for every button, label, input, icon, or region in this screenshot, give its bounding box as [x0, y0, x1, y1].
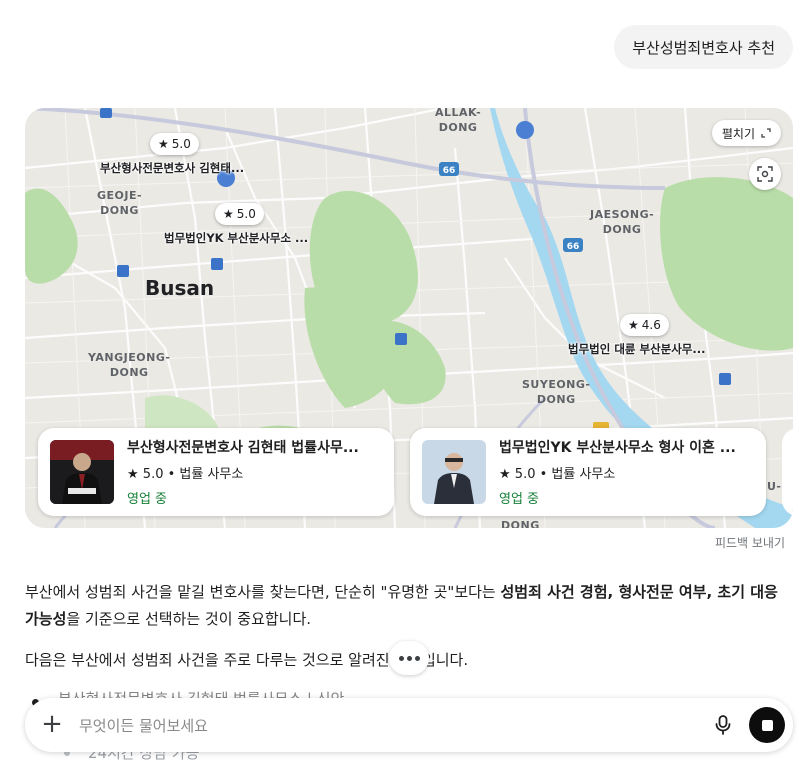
map-widget[interactable]: 66 66 ALLAK- DONG GEOJE- DONG JAESONG- DONG… [25, 108, 793, 528]
svg-text:66: 66 [567, 242, 580, 252]
place-card[interactable]: 법무법인YK 부산분사무소 형사 이혼 ... ★ 5.0 • 법률 사무소 영… [410, 428, 766, 516]
city-label: Busan [145, 276, 215, 300]
place-card[interactable]: 부산형사전문변호사 김현태 법률사무... ★ 5.0 • 법률 사무소 영업 … [38, 428, 394, 516]
map-pin-rating[interactable]: ★ 5.0 [150, 133, 199, 155]
area-label-dong: DONG [501, 519, 540, 528]
place-name[interactable]: 부산형사전문변호사 김현태 법률사무... [127, 437, 377, 457]
svg-text:66: 66 [443, 166, 456, 176]
map-pin-label[interactable]: 법무법인YK 부산분사무소 ... [164, 230, 308, 246]
star-icon: ★ [499, 467, 511, 482]
area-label-jaesong: JAESONG- DONG [590, 208, 655, 236]
lens-button[interactable] [749, 158, 781, 190]
user-message-bubble: 부산성범죄변호사 추천 [614, 25, 793, 69]
area-label-geoje: GEOJE- DONG [97, 189, 143, 217]
place-card-peek[interactable] [782, 428, 793, 516]
place-name[interactable]: 법무법인YK 부산분사무소 형사 이혼 ... [499, 437, 749, 457]
expand-label: 펼치기 [721, 126, 755, 141]
user-message-text: 부산성범죄변호사 추천 [632, 38, 775, 57]
pin-rating-value: 5.0 [171, 137, 191, 151]
place-rating: 5.0 [142, 467, 164, 482]
star-icon: ★ [127, 467, 139, 482]
map-pin-rating[interactable]: ★ 5.0 [215, 203, 264, 225]
place-status: 영업 중 [127, 492, 168, 507]
composer-input[interactable] [77, 712, 641, 740]
typing-indicator [389, 641, 429, 675]
stop-button[interactable] [749, 707, 785, 743]
place-photo [422, 440, 486, 504]
pin-rating-value: 4.6 [641, 318, 661, 332]
answer-text: 을 기준으로 선택하는 것이 중요합니다. [66, 610, 312, 628]
area-label-suyeong: SUYEONG- DONG [522, 378, 591, 406]
star-icon: ★ [158, 137, 169, 151]
place-meta: ★ 5.0 • 법률 사무소 [127, 467, 244, 482]
star-icon: ★ [223, 207, 234, 221]
place-status: 영업 중 [499, 492, 540, 507]
lens-icon [757, 166, 773, 182]
stop-icon [761, 719, 773, 731]
pin-rating-value: 5.0 [236, 207, 256, 221]
area-label-allak: ALLAK- DONG [435, 108, 482, 134]
map-pin-label[interactable]: 법무법인 대륜 부산분사무... [568, 341, 706, 357]
place-category: 법률 사무소 [179, 467, 244, 482]
place-category: 법률 사무소 [551, 467, 616, 482]
send-feedback-link[interactable]: 피드백 보내기 [715, 534, 785, 551]
expand-map-button[interactable]: 펼치기 [711, 120, 781, 146]
star-icon: ★ [628, 318, 639, 332]
answer-text: 부산에서 성범죄 사건을 맡길 변호사를 찾는다면, 단순히 "유명한 곳"보다… [25, 583, 501, 601]
place-meta: ★ 5.0 • 법률 사무소 [499, 467, 616, 482]
area-label-yangjeong: YANGJEONG- DONG [88, 351, 171, 379]
place-photo [50, 440, 114, 504]
mic-icon[interactable] [710, 712, 736, 738]
place-rating: 5.0 [514, 467, 536, 482]
expand-icon [761, 128, 771, 138]
map-pin-label[interactable]: 부산형사전문변호사 김현태... [100, 160, 244, 176]
map-pin-rating[interactable]: ★ 4.6 [620, 314, 669, 336]
plus-icon[interactable]: + [39, 711, 65, 737]
answer-paragraph-1: 부산에서 성범죄 사건을 맡길 변호사를 찾는다면, 단순히 "유명한 곳"보다… [25, 579, 793, 633]
composer[interactable]: + [25, 698, 793, 752]
